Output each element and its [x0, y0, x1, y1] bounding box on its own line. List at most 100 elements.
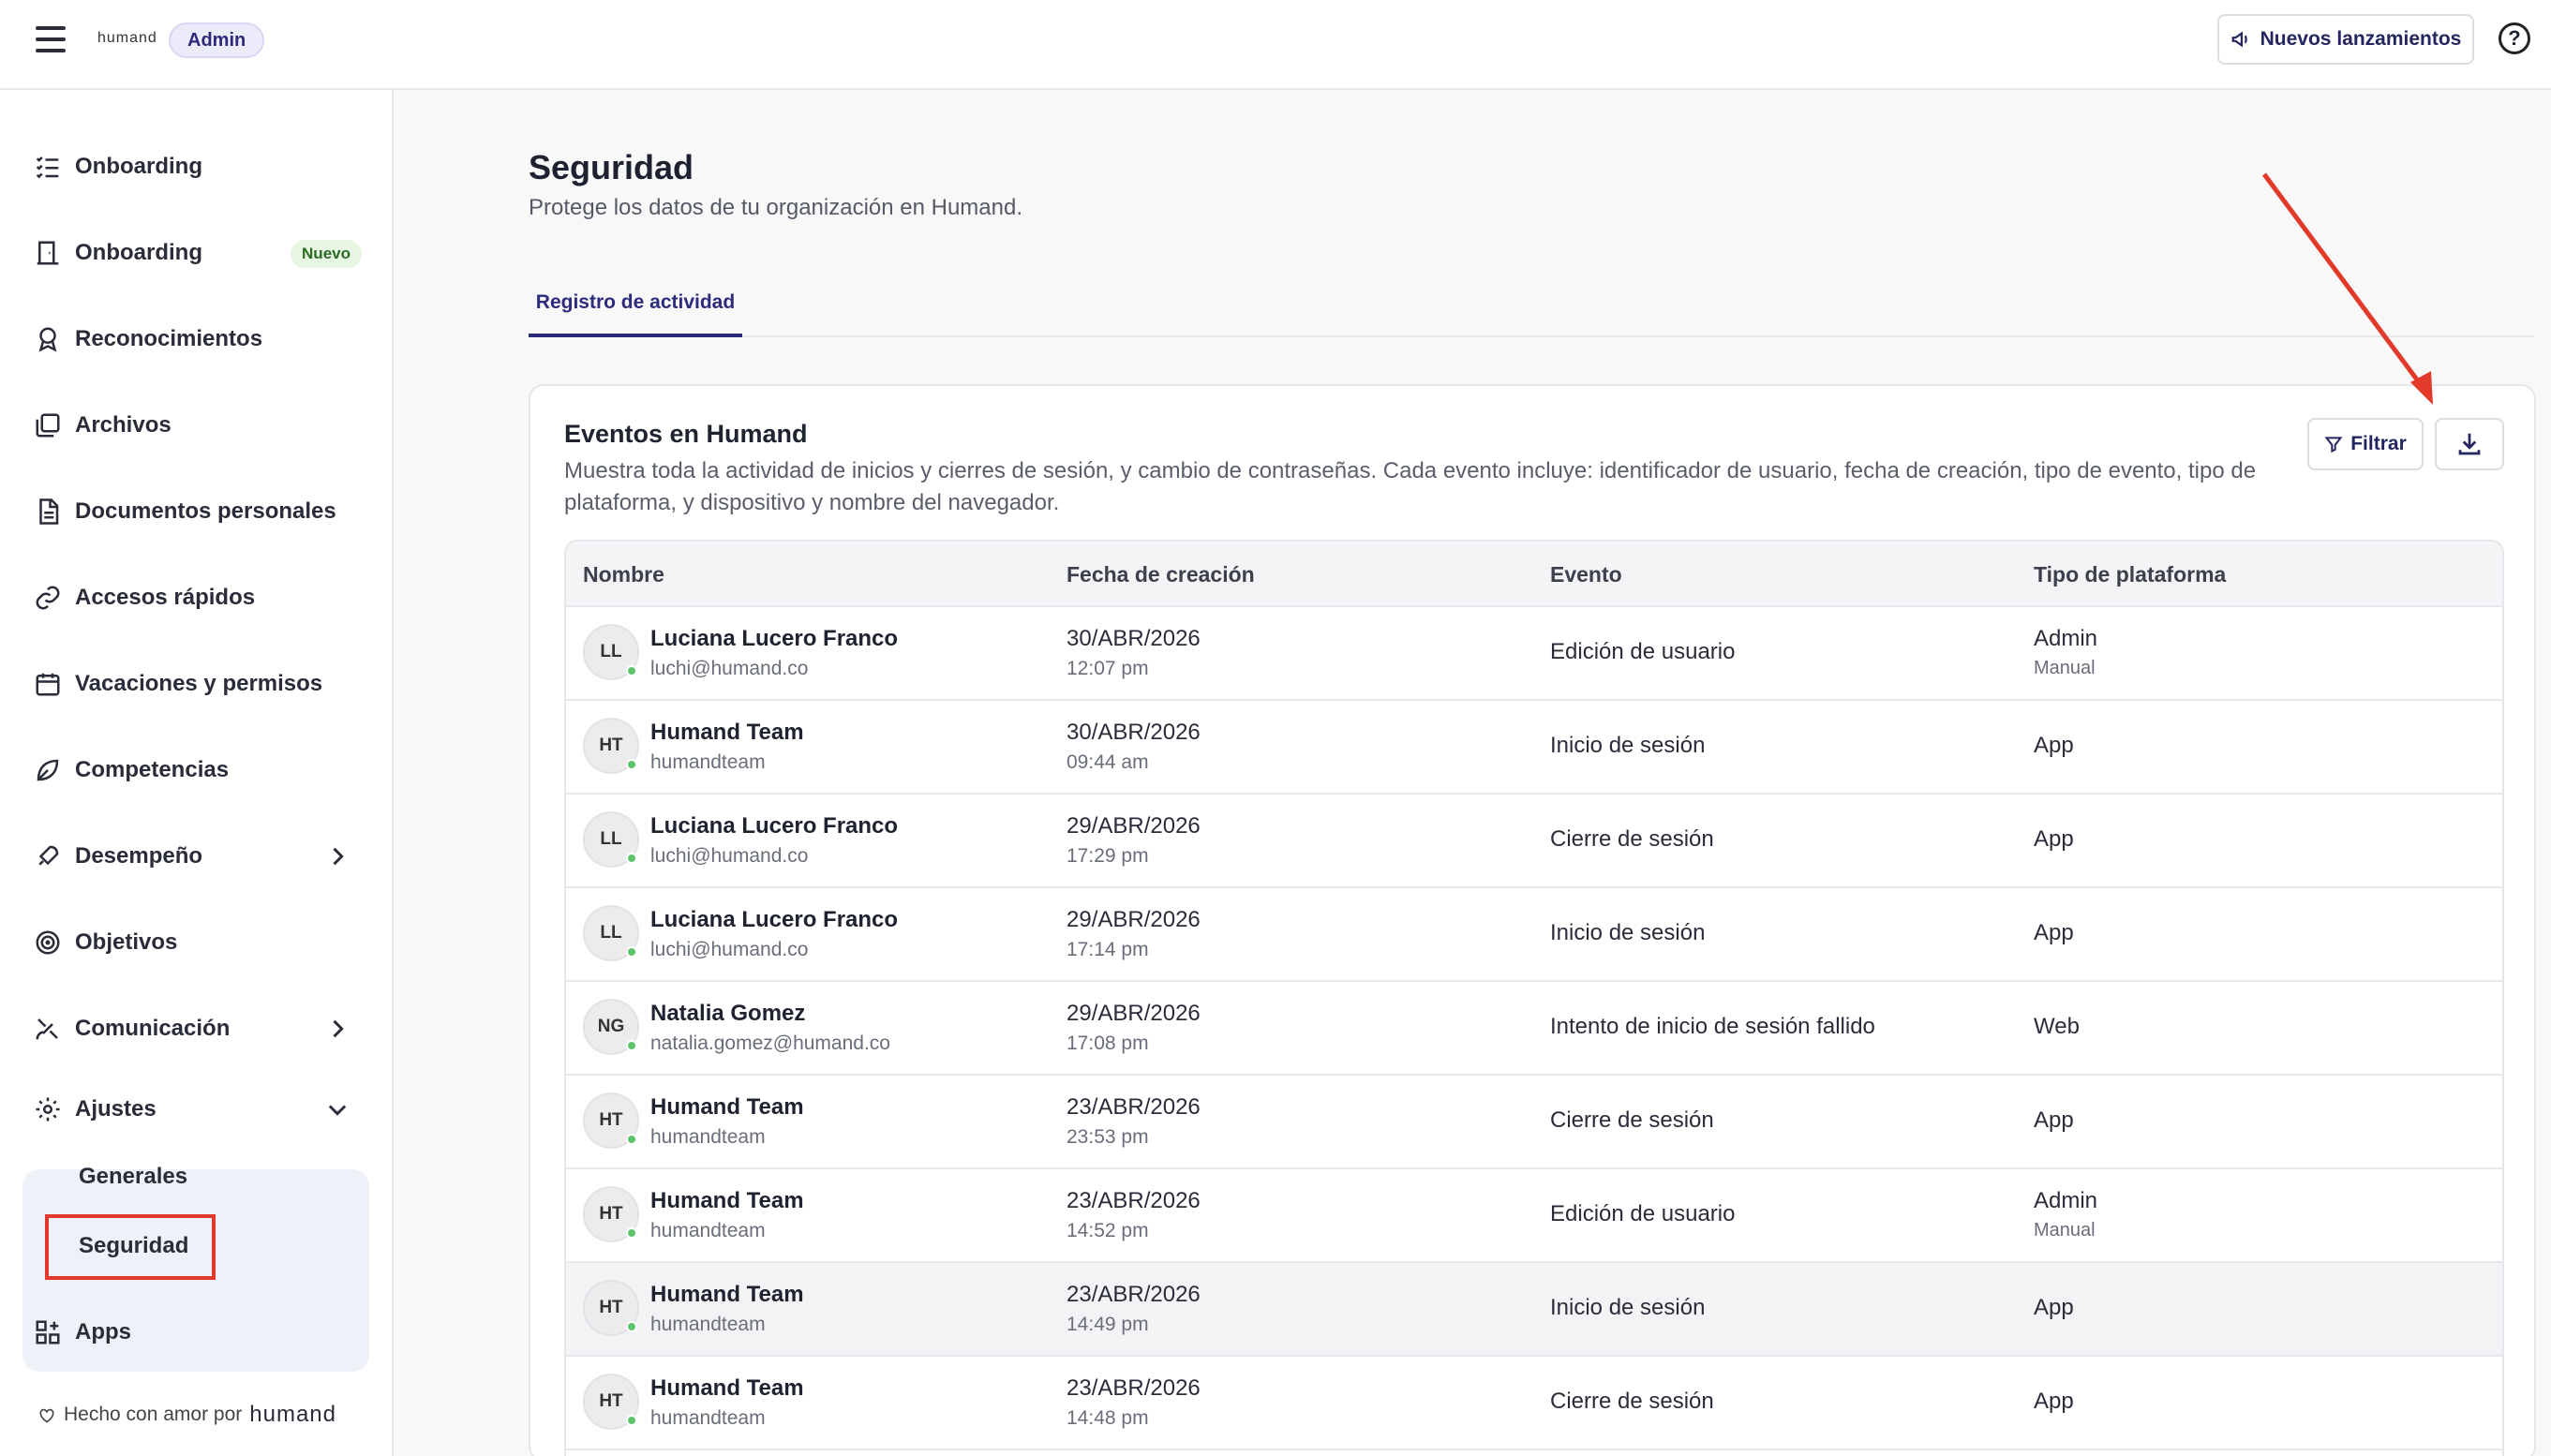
page-title: Seguridad [529, 148, 694, 186]
user-identifier: humandteam [650, 1314, 766, 1335]
column-header-nombre[interactable]: Nombre [583, 562, 664, 587]
table-row[interactable]: LL Luciana Lucero Franco luchi@humand.co 29… [566, 795, 2502, 888]
satellite-icon [34, 1015, 62, 1043]
online-status-dot [626, 946, 637, 958]
sidebar-item-label: Onboarding [75, 154, 202, 179]
folders-icon [34, 411, 62, 439]
table-row[interactable]: HT Humand Team humandteam 23/ABR/2026 14:52 … [566, 1169, 2502, 1263]
created-time: 14:48 pm [1067, 1407, 1149, 1429]
sidebar-item-competencias[interactable]: Competencias [22, 742, 369, 798]
user-name: Luciana Lucero Franco [650, 907, 899, 932]
platform-subtype: Manual [2034, 658, 2096, 678]
download-icon [2458, 433, 2481, 455]
event-type: Edición de usuario [1550, 639, 1736, 664]
platform-type: App [2034, 1107, 2074, 1133]
sidebar-item-label: Accesos rápidos [75, 585, 256, 610]
table-row[interactable]: HT Humand Team humandteam 23/ABR/2026 14:49 … [566, 1263, 2502, 1357]
sidebar-item-accesos[interactable]: Accesos rápidos [22, 570, 369, 626]
online-status-dot [626, 759, 637, 770]
created-time: 14:49 pm [1067, 1314, 1149, 1335]
footer-brand: humand [249, 1402, 336, 1427]
help-icon[interactable]: ? [2499, 22, 2530, 54]
created-date: 23/ABR/2026 [1067, 1094, 1201, 1120]
sidebar-item-apps[interactable]: Apps [22, 1304, 369, 1360]
online-status-dot [626, 1134, 637, 1145]
door-icon [34, 239, 62, 267]
sidebar-item-reconocimientos[interactable]: Reconocimientos [22, 311, 369, 367]
sidebar-item-ajustes[interactable]: Ajustes [22, 1081, 369, 1137]
gear-icon [34, 1095, 62, 1123]
user-name: Humand Team [650, 1375, 804, 1401]
target-icon [34, 929, 62, 957]
platform-type: App [2034, 1389, 2074, 1414]
table-row[interactable]: HT Humand Team humandteam 23/ABR/2026 23:53 … [566, 1076, 2502, 1169]
user-identifier: humandteam [650, 1220, 766, 1241]
menu-icon[interactable] [36, 26, 66, 54]
heart-icon [39, 1408, 54, 1423]
checklist-icon [34, 153, 62, 181]
leaf-icon [34, 756, 62, 784]
created-date: 23/ABR/2026 [1067, 1282, 1201, 1307]
event-type: Inicio de sesión [1550, 920, 1706, 945]
sidebar-item-objetivos[interactable]: Objetivos [22, 914, 369, 971]
sidebar-item-onboarding-new[interactable]: Onboarding Nuevo [22, 225, 369, 281]
event-type: Inicio de sesión [1550, 1295, 1706, 1320]
new-releases-button[interactable]: Nuevos lanzamientos [2217, 14, 2474, 65]
sidebar-item-desempeno[interactable]: Desempeño [22, 828, 369, 884]
event-type: Cierre de sesión [1550, 1389, 1714, 1414]
sidebar-item-documentos[interactable]: Documentos personales [22, 483, 369, 540]
user-identifier: humandteam [650, 1407, 766, 1429]
sidebar-item-label: Competencias [75, 757, 230, 782]
created-time: 12:07 pm [1067, 658, 1149, 679]
created-date: 29/ABR/2026 [1067, 907, 1201, 932]
sidebar-item-onboarding[interactable]: Onboarding [22, 139, 369, 195]
table-row[interactable]: NG Natalia Gomez natalia.gomez@humand.co 29… [566, 982, 2502, 1076]
link-icon [34, 584, 62, 612]
events-card: Eventos en Humand Muestra toda la activi… [529, 384, 2536, 1456]
tab-registro-actividad[interactable]: Registro de actividad [529, 272, 742, 337]
online-status-dot [626, 853, 637, 864]
column-header-evento[interactable]: Evento [1550, 562, 1622, 587]
filter-button[interactable]: Filtrar [2307, 418, 2424, 470]
created-time: 09:44 am [1067, 751, 1149, 773]
created-date: 30/ABR/2026 [1067, 720, 1201, 745]
user-identifier: humandteam [650, 751, 766, 773]
platform-type: Admin [2034, 1188, 2098, 1213]
page-subtitle: Protege los datos de tu organización en … [529, 195, 1023, 220]
table-row[interactable]: HT Humand Team humandteam 30/ABR/2026 09:44 … [566, 701, 2502, 795]
platform-type: App [2034, 733, 2074, 758]
sidebar-item-label: Archivos [75, 412, 172, 438]
sidebar-item-archivos[interactable]: Archivos [22, 397, 369, 453]
platform-type: Admin [2034, 626, 2098, 651]
table-row[interactable]: LL Luciana Lucero Franco luchi@humand.co 29… [566, 888, 2502, 982]
chevron-right-icon [333, 847, 344, 866]
column-header-fecha[interactable]: Fecha de creación [1067, 562, 1255, 587]
user-name: Humand Team [650, 1188, 804, 1213]
table-row[interactable]: LL Luciana Lucero Franco luchi@humand.co 30… [566, 607, 2502, 701]
user-identifier: luchi@humand.co [650, 845, 809, 867]
table-row[interactable]: HT Humand Team humandteam 23/ABR/2026 14:48 … [566, 1357, 2502, 1450]
column-header-plataforma[interactable]: Tipo de plataforma [2034, 562, 2226, 587]
document-icon [34, 498, 62, 526]
user-name: Natalia Gomez [650, 1001, 806, 1026]
user-name: Humand Team [650, 1282, 804, 1307]
sidebar-item-vacaciones[interactable]: Vacaciones y permisos [22, 656, 369, 712]
download-button[interactable] [2435, 418, 2504, 470]
footer-text: Hecho con amor por [64, 1404, 243, 1425]
sidebar-item-label: Reconocimientos [75, 326, 263, 351]
platform-type: Web [2034, 1014, 2080, 1039]
user-identifier: luchi@humand.co [650, 658, 809, 679]
user-name: Humand Team [650, 720, 804, 745]
user-identifier: humandteam [650, 1126, 766, 1148]
chevron-down-icon [328, 1105, 347, 1116]
filter-label: Filtrar [2350, 433, 2407, 454]
seguridad-highlight-annotation [45, 1214, 216, 1280]
rocket-icon [34, 842, 62, 870]
sidebar-item-comunicacion[interactable]: Comunicación [22, 1001, 369, 1057]
created-date: 29/ABR/2026 [1067, 1001, 1201, 1026]
logo: humand [97, 30, 157, 46]
created-time: 23:53 pm [1067, 1126, 1149, 1148]
online-status-dot [626, 665, 637, 676]
megaphone-icon [2231, 31, 2247, 48]
sidebar-subitem-generales[interactable]: Generales [79, 1164, 187, 1190]
